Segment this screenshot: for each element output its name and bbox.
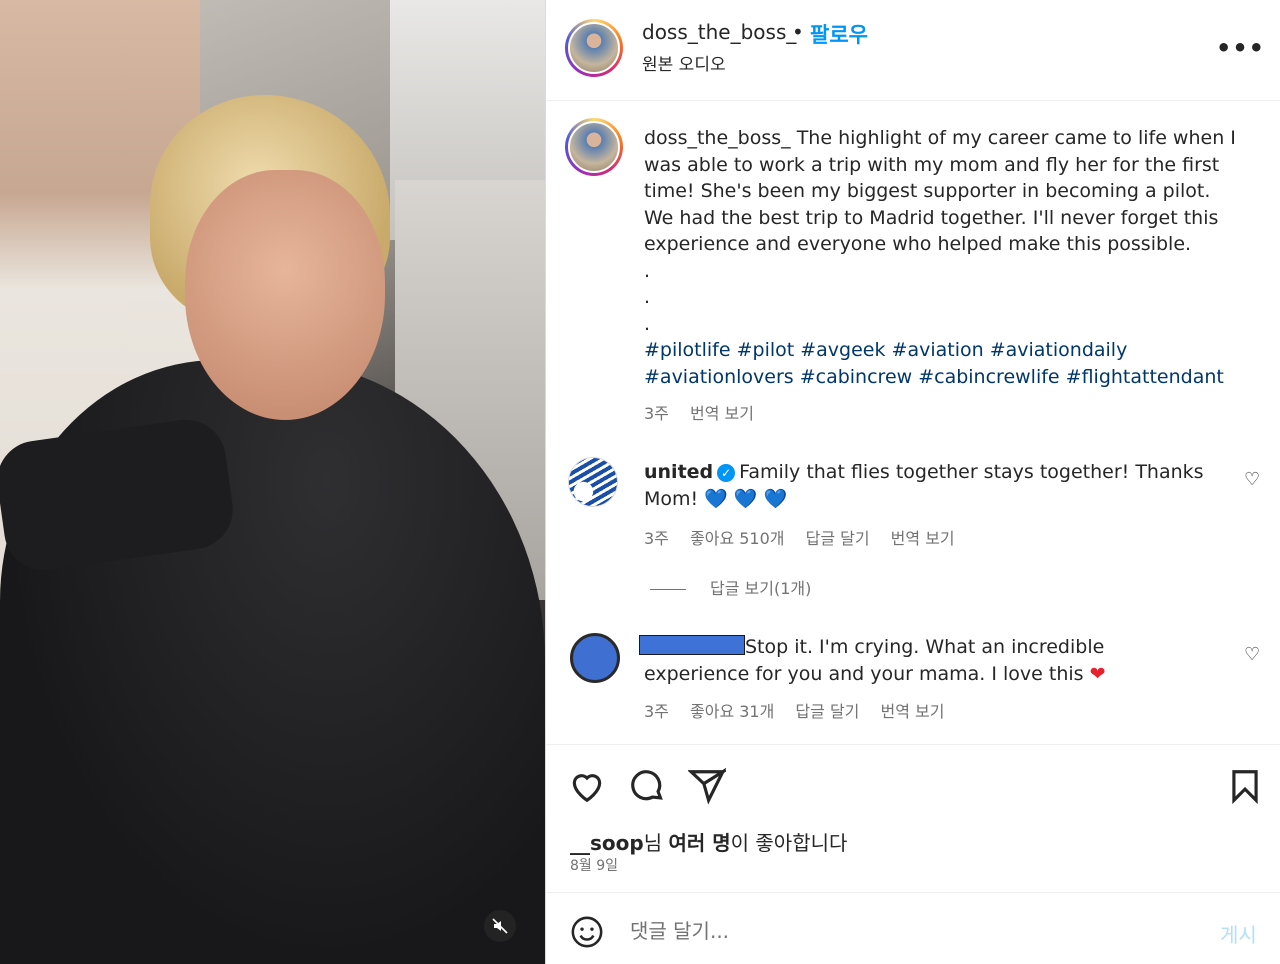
share-paper-plane-icon[interactable] (688, 767, 726, 805)
author-username[interactable]: doss_the_boss_ (642, 20, 796, 44)
translate-link[interactable]: 번역 보기 (880, 702, 944, 721)
likes-others[interactable]: 여러 명 (668, 831, 730, 855)
reply-button[interactable]: 답글 달기 (795, 702, 859, 721)
more-options-icon[interactable]: ••• (1216, 34, 1265, 62)
post-actions: __soop님 여러 명이 좋아합니다 8월 9일 (546, 744, 1280, 892)
emoji-smiley-icon[interactable] (570, 915, 604, 949)
author-avatar[interactable] (565, 19, 623, 77)
comment-input[interactable] (630, 911, 1190, 951)
likes-suffix-1: 님 (643, 831, 669, 855)
liker-username[interactable]: __soop (570, 831, 644, 855)
caption-time[interactable]: 3주 (644, 404, 669, 423)
comment-like-heart-icon[interactable]: ♡ (1244, 469, 1260, 490)
comment-bubble-icon[interactable] (628, 767, 666, 805)
commenter-avatar[interactable] (570, 633, 620, 683)
post-caption: doss_the_boss_ The highlight of my caree… (644, 125, 1244, 390)
redacted-username[interactable] (639, 635, 745, 655)
blue-heart-emoji: 💙 💙 💙 (704, 487, 788, 510)
caption-hashtags[interactable]: #pilotlife #pilot #avgeek #aviation #avi… (644, 337, 1244, 390)
comment-like-heart-icon[interactable]: ♡ (1244, 644, 1260, 665)
save-bookmark-icon[interactable] (1226, 767, 1264, 805)
likes-suffix-2: 이 좋아합니다 (730, 831, 848, 855)
likes-summary[interactable]: __soop님 여러 명이 좋아합니다 (570, 827, 847, 856)
caption-translate-link[interactable]: 번역 보기 (690, 404, 754, 423)
comment-meta: 3주 좋아요 31개 답글 달기 번역 보기 (644, 698, 960, 722)
follow-button[interactable]: 팔로우 (810, 19, 868, 49)
comments-section[interactable]: doss_the_boss_ The highlight of my caree… (546, 101, 1280, 744)
attendant-face (185, 170, 385, 420)
post-video[interactable] (0, 0, 545, 964)
caption-avatar[interactable] (565, 118, 623, 176)
post-panel: doss_the_boss_ • 팔로우 원본 오디오 ••• doss_the… (545, 0, 1280, 964)
comment-time[interactable]: 3주 (644, 702, 669, 721)
post-comment-button[interactable]: 게시 (1220, 919, 1257, 948)
verified-badge-icon: ✓ (717, 464, 736, 482)
comment-time[interactable]: 3주 (644, 529, 669, 548)
caption-avatar-image (568, 121, 620, 173)
post-header: doss_the_boss_ • 팔로우 원본 오디오 ••• (546, 0, 1280, 101)
comment-user: Stop it. I'm crying. What an incredible … (639, 634, 1204, 687)
comment-likes[interactable]: 좋아요 510개 (690, 529, 785, 548)
united-avatar[interactable] (568, 457, 618, 507)
muted-speaker-icon (492, 918, 508, 934)
red-heart-emoji: ❤ (1089, 662, 1106, 685)
caption-dot: . (644, 286, 651, 308)
replies-divider-line (650, 589, 686, 590)
add-comment-bar: 게시 (546, 892, 1280, 964)
reply-button[interactable]: 답글 달기 (806, 529, 870, 548)
mute-button[interactable] (484, 910, 516, 942)
translate-link[interactable]: 번역 보기 (891, 529, 955, 548)
caption-dot: . (644, 259, 651, 282)
original-audio-link[interactable]: 원본 오디오 (642, 50, 726, 75)
comment-username[interactable]: united (644, 461, 713, 483)
comment-likes[interactable]: 좋아요 31개 (690, 702, 774, 721)
caption-username[interactable]: doss_the_boss_ (644, 127, 791, 149)
view-replies-label: 답글 보기(1개) (710, 579, 812, 598)
view-replies-button[interactable]: 답글 보기(1개) (650, 575, 811, 599)
post-date[interactable]: 8월 9일 (570, 855, 618, 875)
caption-dot: . (644, 312, 651, 335)
separator-dot: • (792, 20, 804, 44)
caption-meta: 3주 번역 보기 (644, 400, 770, 424)
like-heart-icon[interactable] (568, 767, 606, 805)
author-avatar-image (568, 22, 620, 74)
comment-meta: 3주 좋아요 510개 답글 달기 번역 보기 (644, 525, 971, 549)
comment-united: united ✓ Family that flies together stays … (644, 459, 1204, 512)
